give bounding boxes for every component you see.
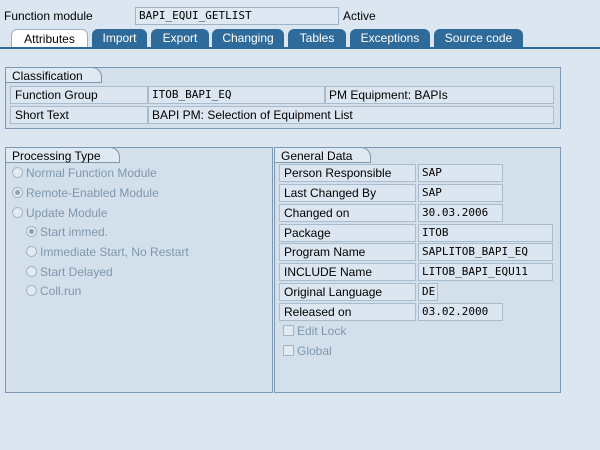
checkbox-icon bbox=[283, 345, 294, 356]
radio-button-selected-icon bbox=[12, 187, 23, 198]
radio-label: Immediate Start, No Restart bbox=[40, 245, 189, 259]
program-name-field[interactable]: SAPLITOB_BAPI_EQ bbox=[418, 243, 553, 261]
radio-button-selected-icon bbox=[26, 226, 37, 237]
package-label: Package bbox=[279, 224, 416, 242]
last-changed-by-label: Last Changed By bbox=[279, 184, 416, 202]
tab-underline bbox=[0, 47, 600, 49]
radio-button-icon bbox=[26, 266, 37, 277]
short-text-field[interactable]: BAPI PM: Selection of Equipment List bbox=[148, 106, 554, 124]
status-text: Active bbox=[343, 9, 376, 23]
radio-button-icon bbox=[12, 207, 23, 218]
processing-type-title: Processing Type bbox=[5, 147, 120, 163]
radio-remote-enabled-module[interactable]: Remote-Enabled Module bbox=[12, 184, 159, 202]
general-data-title: General Data bbox=[274, 147, 372, 163]
released-on-label: Released on bbox=[279, 303, 416, 321]
checkbox-label: Edit Lock bbox=[297, 324, 347, 338]
function-module-field[interactable]: BAPI_EQUI_GETLIST bbox=[135, 7, 339, 25]
radio-update-module[interactable]: Update Module bbox=[12, 204, 107, 222]
radio-label: Start Delayed bbox=[40, 265, 113, 279]
tab-changing[interactable]: Changing bbox=[212, 29, 284, 48]
original-language-field[interactable]: DE bbox=[418, 283, 438, 301]
program-name-label: Program Name bbox=[279, 243, 416, 261]
radio-start-delayed[interactable]: Start Delayed bbox=[26, 263, 113, 281]
global-checkbox[interactable]: Global bbox=[283, 342, 332, 360]
short-text-label: Short Text bbox=[10, 106, 148, 124]
edit-lock-checkbox[interactable]: Edit Lock bbox=[283, 322, 346, 340]
include-name-label: INCLUDE Name bbox=[279, 263, 416, 281]
tab-exceptions[interactable]: Exceptions bbox=[350, 29, 430, 48]
released-on-field[interactable]: 03.02.2000 bbox=[418, 303, 503, 321]
radio-normal-function-module[interactable]: Normal Function Module bbox=[12, 164, 157, 182]
last-changed-by-field[interactable]: SAP bbox=[418, 184, 503, 202]
changed-on-field[interactable]: 30.03.2006 bbox=[418, 204, 503, 222]
function-module-label: Function module bbox=[4, 9, 93, 23]
person-responsible-field[interactable]: SAP bbox=[418, 164, 503, 182]
include-name-field[interactable]: LITOB_BAPI_EQU11 bbox=[418, 263, 553, 281]
radio-label: Start immed. bbox=[40, 225, 109, 239]
tab-attributes[interactable]: Attributes bbox=[11, 29, 88, 49]
checkbox-icon bbox=[283, 325, 294, 336]
function-group-desc: PM Equipment: BAPIs bbox=[325, 86, 554, 104]
person-responsible-label: Person Responsible bbox=[279, 164, 416, 182]
radio-label: Coll.run bbox=[40, 284, 82, 298]
radio-coll-run[interactable]: Coll.run bbox=[26, 282, 81, 300]
function-group-field[interactable]: ITOB_BAPI_EQ bbox=[148, 86, 325, 104]
radio-button-icon bbox=[26, 285, 37, 296]
radio-label: Remote-Enabled Module bbox=[26, 186, 159, 200]
original-language-label: Original Language bbox=[279, 283, 416, 301]
tab-import[interactable]: Import bbox=[92, 29, 147, 48]
radio-immediate-start-no-restart[interactable]: Immediate Start, No Restart bbox=[26, 243, 189, 261]
radio-label: Normal Function Module bbox=[26, 166, 157, 180]
radio-button-icon bbox=[26, 246, 37, 257]
function-group-label: Function Group bbox=[10, 86, 148, 104]
checkbox-label: Global bbox=[297, 344, 332, 358]
tab-tables[interactable]: Tables bbox=[288, 29, 346, 48]
tab-export[interactable]: Export bbox=[151, 29, 209, 48]
tab-source-code[interactable]: Source code bbox=[434, 29, 523, 48]
radio-start-immed[interactable]: Start immed. bbox=[26, 223, 108, 241]
package-field[interactable]: ITOB bbox=[418, 224, 553, 242]
classification-title: Classification bbox=[5, 67, 102, 83]
changed-on-label: Changed on bbox=[279, 204, 416, 222]
radio-button-icon bbox=[12, 167, 23, 178]
tab-strip: Attributes Import Export Changing Tables… bbox=[0, 29, 600, 49]
radio-label: Update Module bbox=[26, 206, 108, 220]
